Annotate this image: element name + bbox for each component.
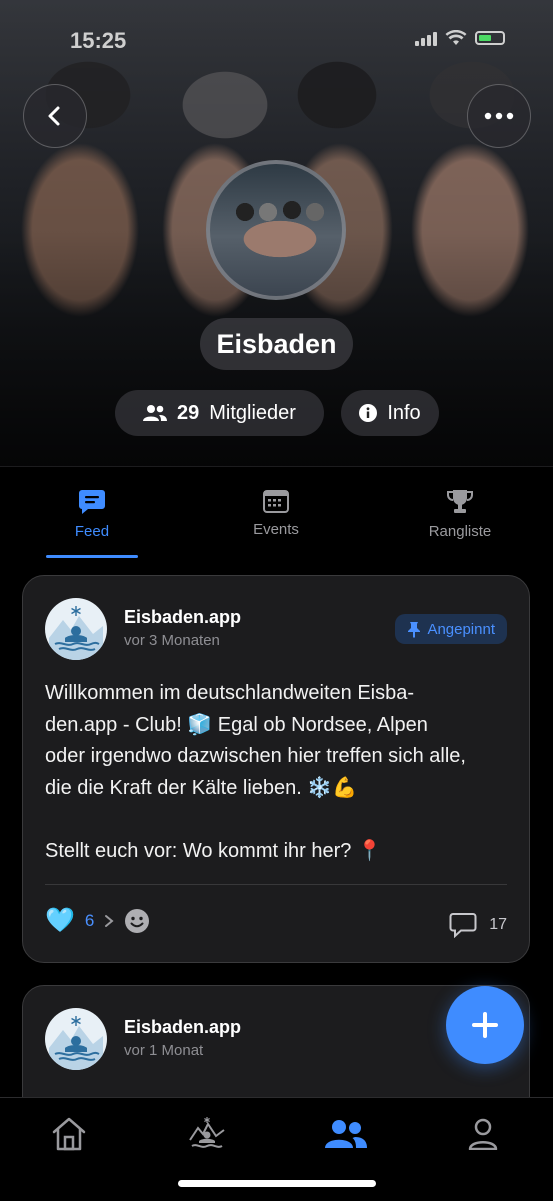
info-button[interactable]: Info xyxy=(341,390,439,436)
signal-icon xyxy=(415,30,437,46)
status-icons xyxy=(415,30,505,46)
post-divider xyxy=(45,884,507,885)
pinned-label: Angepinnt xyxy=(427,620,495,638)
pin-icon xyxy=(408,621,421,638)
post-line: Stellt euch vor: Wo kommt ihr her? 📍 xyxy=(45,839,382,862)
nav-home[interactable] xyxy=(49,1114,89,1154)
post-time: vor 1 Monat xyxy=(124,1042,204,1059)
like-count[interactable]: 6 xyxy=(85,911,94,931)
tab-events[interactable]: Events xyxy=(216,489,336,538)
post-line: oder irgendwo dazwischen hier treffen si… xyxy=(45,745,466,767)
pinned-badge: Angepinnt xyxy=(395,614,507,644)
more-dots-icon xyxy=(484,112,514,120)
status-time: 15:25 xyxy=(70,28,127,53)
add-reaction-smiley-icon[interactable] xyxy=(124,908,150,934)
wifi-icon xyxy=(445,30,467,45)
tab-bar: Feed Events Rangliste xyxy=(0,466,553,563)
post-author[interactable]: Eisbaden.app xyxy=(124,1017,241,1038)
comment-count: 17 xyxy=(489,916,507,933)
post-line: den.app - Club! 🧊 Egal ob Nordsee, Alpen xyxy=(45,713,428,736)
post-line: Willkommen im deutschlandweiten Eisba- xyxy=(45,682,415,704)
post-line xyxy=(45,804,505,836)
tab-feed[interactable]: Feed xyxy=(32,489,152,540)
person-icon xyxy=(468,1118,498,1150)
create-post-button[interactable] xyxy=(446,986,524,1064)
tab-feed-label: Feed xyxy=(74,523,110,540)
post-time: vor 3 Monaten xyxy=(124,632,220,649)
nav-profile[interactable] xyxy=(463,1114,503,1154)
home-indicator xyxy=(178,1180,376,1187)
comments-button[interactable]: 17 xyxy=(449,912,507,938)
group-avatar xyxy=(206,160,346,300)
trophy-icon xyxy=(447,490,473,513)
nav-groups[interactable] xyxy=(324,1114,368,1154)
tab-rangliste-label: Rangliste xyxy=(428,523,492,540)
nav-eisbaden[interactable] xyxy=(187,1114,227,1154)
tab-rangliste[interactable]: Rangliste xyxy=(400,489,520,540)
groups-icon xyxy=(325,1120,367,1148)
post-line: die die Kraft der Kälte lieben. ❄️💪 xyxy=(45,776,358,799)
chevron-right-icon[interactable] xyxy=(104,914,114,928)
post-text: Willkommen im deutschlandweiten Eisba- d… xyxy=(45,678,505,867)
home-icon xyxy=(52,1117,86,1151)
active-tab-indicator xyxy=(46,555,138,558)
battery-icon xyxy=(475,31,505,45)
comment-icon xyxy=(449,913,477,938)
author-avatar[interactable] xyxy=(45,1008,107,1070)
info-icon xyxy=(359,404,378,422)
post-card[interactable]: Eisbaden.app vor 3 Monaten Angepinnt Wil… xyxy=(22,575,530,963)
back-button[interactable] xyxy=(23,84,87,148)
chat-bubble-icon xyxy=(79,490,105,514)
eisbaden-logo-icon xyxy=(49,1016,103,1070)
post-author[interactable]: Eisbaden.app xyxy=(124,607,241,628)
tab-events-label: Events xyxy=(253,521,299,538)
plus-icon xyxy=(472,1012,498,1038)
heart-reaction-icon[interactable]: 🩵 xyxy=(45,909,75,933)
calendar-icon xyxy=(263,490,289,513)
eisbaden-logo-icon xyxy=(49,606,103,660)
members-button[interactable]: 29 Mitglieder xyxy=(115,390,324,436)
author-avatar[interactable] xyxy=(45,598,107,660)
ice-bath-logo-icon xyxy=(189,1117,225,1148)
group-title: Eisbaden xyxy=(200,318,353,370)
more-options-button[interactable] xyxy=(467,84,531,148)
members-count: 29 xyxy=(177,401,200,424)
members-label: Mitglieder xyxy=(209,401,296,424)
people-icon xyxy=(143,405,168,421)
info-label: Info xyxy=(387,401,421,424)
reactions-row[interactable]: 🩵 6 xyxy=(45,908,150,934)
chevron-left-icon xyxy=(48,106,60,126)
